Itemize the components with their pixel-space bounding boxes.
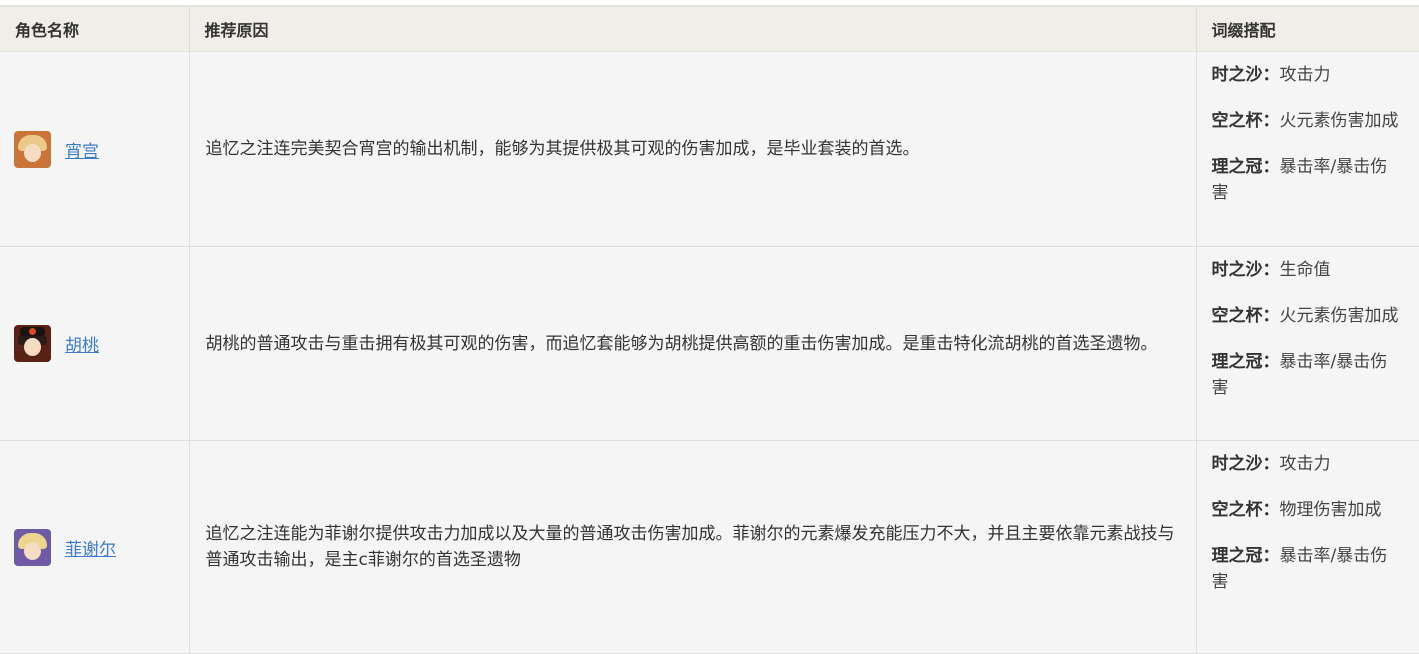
affix-sands: 时之沙：生命值 bbox=[1211, 260, 1331, 280]
artifact-recommend-table: 角色名称 推荐原因 词缀搭配 宵宫 追忆之注连完美契合宵宫的输出机制，能够为其提… bbox=[0, 7, 1419, 654]
table-row: 胡桃 胡桃的普通攻击与重击拥有极其可观的伤害，而追忆套能够为胡桃提供高额的重击伤… bbox=[0, 246, 1419, 441]
header-reason: 推荐原因 bbox=[189, 7, 1197, 52]
affix-circlet: 理之冠：暴击率/暴击伤害 bbox=[1211, 546, 1388, 592]
header-affix: 词缀搭配 bbox=[1196, 7, 1419, 52]
affix-circlet: 理之冠：暴击率/暴击伤害 bbox=[1211, 352, 1388, 398]
affix-goblet: 空之杯：物理伤害加成 bbox=[1211, 500, 1382, 520]
reason-cell: 追忆之注连能为菲谢尔提供攻击力加成以及大量的普通攻击伤害加成。菲谢尔的元素爆发充… bbox=[189, 440, 1197, 654]
affix-sands: 时之沙：攻击力 bbox=[1211, 454, 1331, 474]
affix-cell: 时之沙：生命值 空之杯：火元素伤害加成 理之冠：暴击率/暴击伤害 bbox=[1196, 246, 1419, 441]
character-link[interactable]: 宵宫 bbox=[65, 137, 99, 162]
affix-cell: 时之沙：攻击力 空之杯：火元素伤害加成 理之冠：暴击率/暴击伤害 bbox=[1196, 51, 1419, 247]
table-row: 菲谢尔 追忆之注连能为菲谢尔提供攻击力加成以及大量的普通攻击伤害加成。菲谢尔的元… bbox=[0, 440, 1419, 654]
character-cell: 菲谢尔 bbox=[0, 440, 190, 654]
table-row: 宵宫 追忆之注连完美契合宵宫的输出机制，能够为其提供极其可观的伤害加成，是毕业套… bbox=[0, 51, 1419, 247]
affix-goblet: 空之杯：火元素伤害加成 bbox=[1211, 306, 1399, 326]
table-header-row: 角色名称 推荐原因 词缀搭配 bbox=[0, 7, 1419, 52]
character-link[interactable]: 菲谢尔 bbox=[65, 535, 116, 560]
reason-cell: 追忆之注连完美契合宵宫的输出机制，能够为其提供极其可观的伤害加成，是毕业套装的首… bbox=[189, 51, 1197, 247]
affix-circlet: 理之冠：暴击率/暴击伤害 bbox=[1211, 157, 1388, 203]
character-cell: 宵宫 bbox=[0, 51, 190, 247]
character-cell: 胡桃 bbox=[0, 246, 190, 441]
reason-cell: 胡桃的普通攻击与重击拥有极其可观的伤害，而追忆套能够为胡桃提供高额的重击伤害加成… bbox=[189, 246, 1197, 441]
affix-sands: 时之沙：攻击力 bbox=[1211, 65, 1331, 85]
affix-cell: 时之沙：攻击力 空之杯：物理伤害加成 理之冠：暴击率/暴击伤害 bbox=[1196, 440, 1419, 654]
character-avatar[interactable] bbox=[14, 325, 51, 362]
affix-goblet: 空之杯：火元素伤害加成 bbox=[1211, 111, 1399, 131]
character-avatar[interactable] bbox=[14, 528, 51, 566]
header-character-name: 角色名称 bbox=[0, 7, 190, 52]
character-avatar[interactable] bbox=[14, 130, 51, 168]
character-link[interactable]: 胡桃 bbox=[65, 331, 99, 356]
top-divider bbox=[0, 0, 1419, 7]
